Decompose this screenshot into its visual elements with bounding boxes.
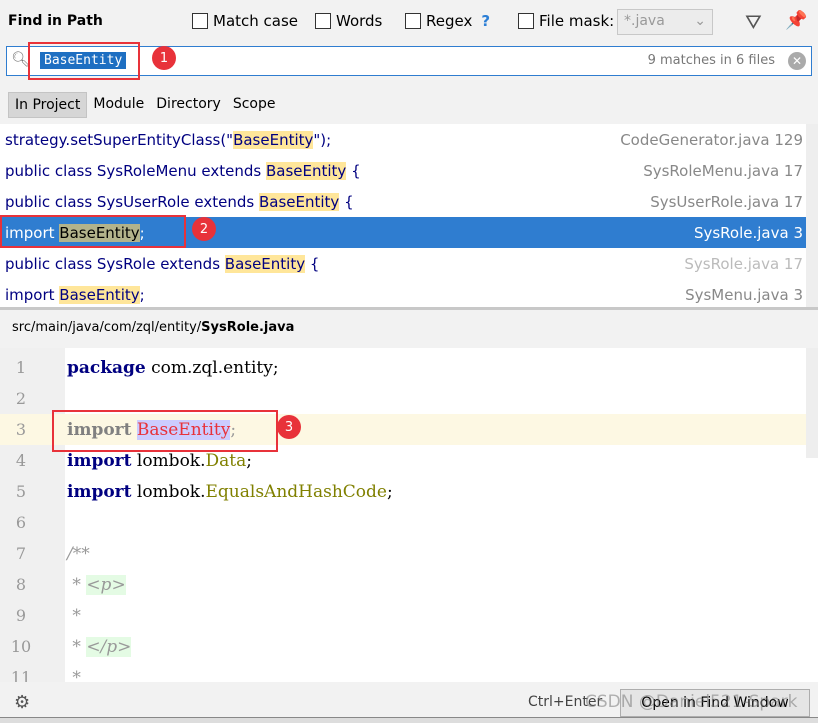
result-file: SysRole.java 17 xyxy=(684,254,803,273)
comment: * xyxy=(67,605,81,626)
result-text: public class SysUserRole extends BaseEnt… xyxy=(5,192,354,211)
editor-scrollbar[interactable] xyxy=(806,348,818,458)
line-number: 10 xyxy=(10,637,32,656)
annotation-badge: 1 xyxy=(152,46,176,70)
result-row[interactable]: import BaseEntity; SysMenu.java 3 xyxy=(0,279,806,310)
html-tag: <p> xyxy=(86,574,126,595)
match-case-checkbox[interactable]: Match case xyxy=(192,12,298,30)
checkbox-box[interactable] xyxy=(405,13,421,29)
preview-path: src/main/java/com/zql/entity/SysRole.jav… xyxy=(12,320,294,335)
annotation-box-1 xyxy=(28,42,140,80)
file-mask-checkbox[interactable]: File mask: xyxy=(518,12,614,30)
class-name: Data xyxy=(205,450,247,471)
gear-icon[interactable]: ⚙ xyxy=(14,692,30,713)
result-file: SysRole.java 3 xyxy=(693,223,803,242)
result-file: CodeGenerator.java 129 xyxy=(620,130,803,149)
code-text: ; xyxy=(386,481,393,502)
splitter[interactable] xyxy=(0,307,818,310)
tab-in-project[interactable]: In Project xyxy=(8,92,88,118)
keyword: import xyxy=(67,481,132,502)
match-count: 9 matches in 6 files xyxy=(647,53,775,68)
comment: * xyxy=(67,574,87,595)
keyword: import xyxy=(67,450,132,471)
result-file: SysRoleMenu.java 17 xyxy=(643,161,803,180)
result-row[interactable]: public class SysRole extends BaseEntity … xyxy=(0,248,806,279)
match-highlight: BaseEntity xyxy=(224,254,306,273)
bottom-edge xyxy=(0,717,818,723)
match-highlight: BaseEntity xyxy=(233,130,314,149)
result-file: SysMenu.java 3 xyxy=(685,285,803,304)
checkbox-box[interactable] xyxy=(315,13,331,29)
class-name: EqualsAndHashCode xyxy=(205,481,387,502)
result-text: strategy.setSuperEntityClass("BaseEntity… xyxy=(5,130,332,149)
regex-help-link[interactable]: ? xyxy=(481,12,490,30)
annotation-badge: 3 xyxy=(277,415,301,439)
tab-directory[interactable]: Directory xyxy=(150,92,227,118)
line-number: 8 xyxy=(15,575,27,594)
checkbox-box[interactable] xyxy=(192,13,208,29)
code-text: lombok. xyxy=(131,450,206,471)
file-mask-value: *.java xyxy=(624,13,665,29)
result-file: SysUserRole.java 17 xyxy=(650,192,803,211)
line-number: 7 xyxy=(15,544,27,563)
results-scrollbar[interactable] xyxy=(806,124,818,307)
result-text: public class SysRoleMenu extends BaseEnt… xyxy=(5,161,361,180)
chevron-down-icon: ⌄ xyxy=(694,13,706,29)
path-dir: src/main/java/com/zql/entity/ xyxy=(12,320,202,335)
code-preview: 1 package com.zql.entity; 2 3 import BaseE… xyxy=(0,348,818,682)
line-number: 5 xyxy=(15,482,27,501)
annotation-box-3 xyxy=(52,410,278,452)
code-text: com.zql.entity; xyxy=(145,357,279,378)
result-text: public class SysRole extends BaseEntity … xyxy=(5,254,320,273)
tab-scope[interactable]: Scope xyxy=(227,92,282,118)
annotation-box-2 xyxy=(0,215,186,248)
comment: /** xyxy=(67,543,90,564)
file-mask-select[interactable]: *.java ⌄ xyxy=(617,9,713,35)
path-file: SysRole.java xyxy=(201,320,295,335)
code-text: ; xyxy=(246,450,252,471)
line-number: 3 xyxy=(15,420,27,439)
line-number: 6 xyxy=(15,513,27,532)
clear-icon[interactable]: ✕ xyxy=(788,52,806,70)
checkbox-label: File mask: xyxy=(539,12,615,30)
line-number: 1 xyxy=(15,358,27,377)
line-number: 9 xyxy=(15,606,27,625)
checkbox-label: Words xyxy=(336,12,383,30)
watermark: CSDN @Daniel521-Spark xyxy=(585,692,798,712)
pin-icon[interactable]: 📌 xyxy=(785,10,807,31)
keyword: package xyxy=(67,357,146,378)
words-checkbox[interactable]: Words xyxy=(315,12,382,30)
result-text: import BaseEntity; xyxy=(5,285,145,304)
match-highlight: BaseEntity xyxy=(265,161,347,180)
result-row[interactable]: public class SysUserRole extends BaseEnt… xyxy=(0,186,806,217)
tab-module[interactable]: Module xyxy=(87,92,150,118)
regex-checkbox[interactable]: Regex? xyxy=(405,12,490,30)
result-row[interactable]: strategy.setSuperEntityClass("BaseEntity… xyxy=(0,124,806,155)
checkbox-label: Match case xyxy=(213,12,299,30)
match-highlight: BaseEntity xyxy=(258,192,340,211)
line-number: 4 xyxy=(15,451,27,470)
comment: * xyxy=(67,667,81,683)
line-number: 11 xyxy=(10,668,32,682)
code-text: lombok. xyxy=(131,481,206,502)
scope-tabs: In Project Module Directory Scope xyxy=(8,92,281,118)
checkbox-box[interactable] xyxy=(518,13,534,29)
result-row[interactable]: public class SysRoleMenu extends BaseEnt… xyxy=(0,155,806,186)
comment: * xyxy=(67,636,87,657)
annotation-badge: 2 xyxy=(192,217,216,241)
html-tag: </p> xyxy=(86,636,132,657)
dialog-title: Find in Path xyxy=(8,13,103,29)
checkbox-label: Regex xyxy=(426,12,473,30)
filter-icon[interactable]: ⛛ xyxy=(745,10,762,34)
line-number: 2 xyxy=(15,389,27,408)
match-highlight: BaseEntity xyxy=(59,285,140,304)
